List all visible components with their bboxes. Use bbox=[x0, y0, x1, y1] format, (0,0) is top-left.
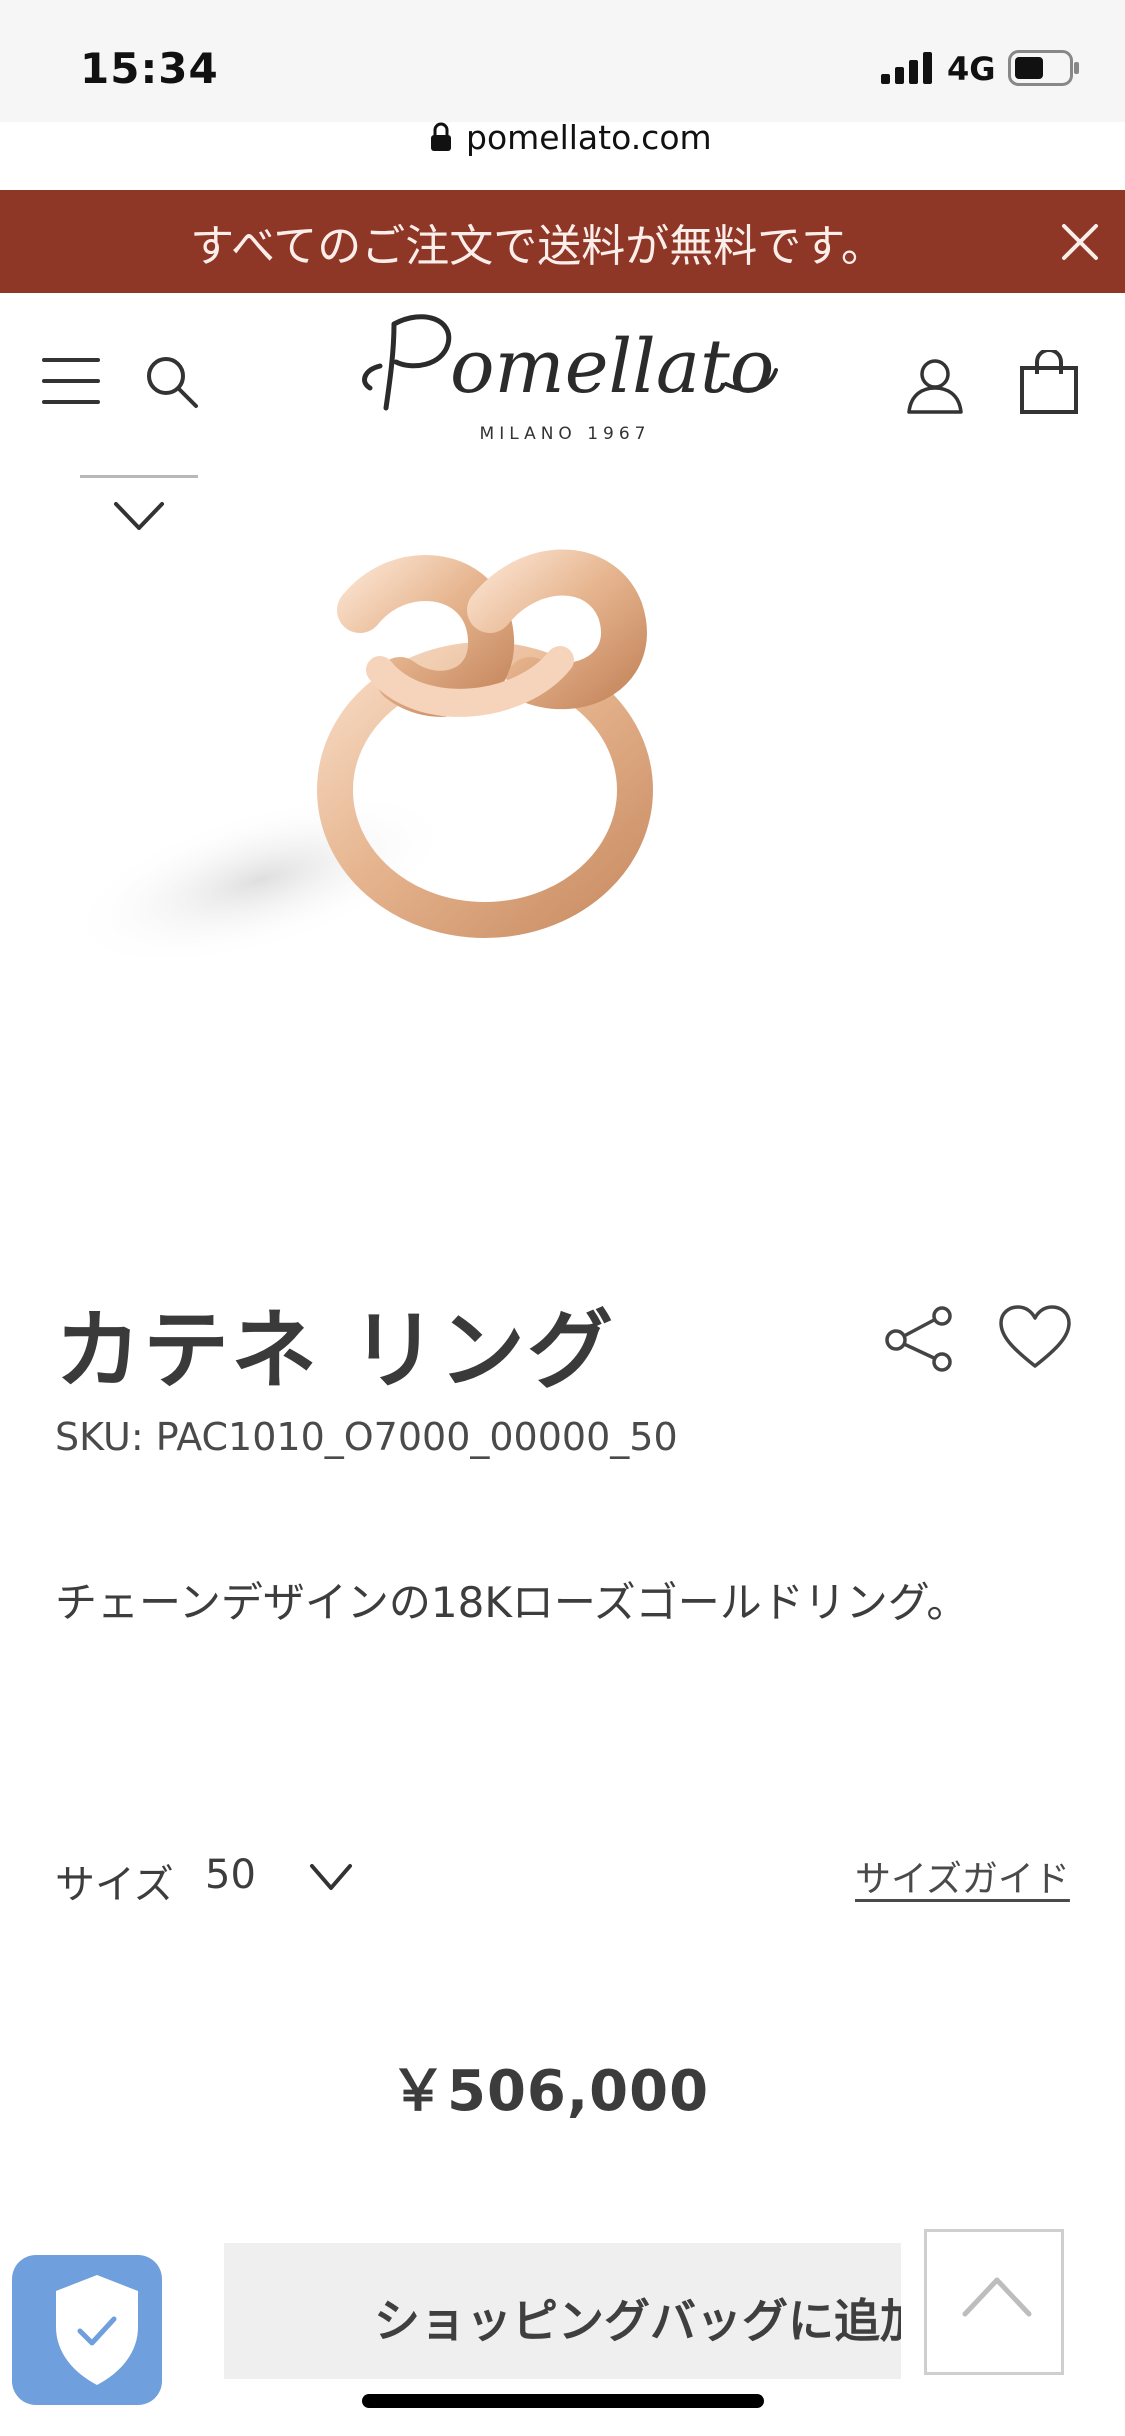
account-icon[interactable] bbox=[905, 358, 965, 414]
chevron-down-icon[interactable] bbox=[308, 1860, 354, 1894]
network-label: 4G bbox=[947, 50, 996, 88]
add-to-bag-label: ショッピングバッグに追加 bbox=[374, 2294, 901, 2348]
product-price: ￥506,000 bbox=[390, 2059, 710, 2124]
logo-wordmark: omellato bbox=[362, 314, 778, 411]
product-image[interactable] bbox=[60, 500, 820, 1060]
product-title: カテネ リング bbox=[55, 1301, 615, 1401]
home-indicator bbox=[362, 2394, 764, 2408]
trust-badge[interactable] bbox=[12, 2255, 162, 2405]
status-bar: 15:34 4G pomellato.com bbox=[0, 0, 1125, 157]
search-icon[interactable] bbox=[142, 352, 200, 410]
size-select-value[interactable]: 50 bbox=[205, 1852, 256, 1898]
size-guide-link[interactable]: サイズガイド bbox=[855, 1850, 1070, 1902]
chevron-up-icon bbox=[962, 2277, 1032, 2317]
url-text: pomellato.com bbox=[466, 118, 712, 157]
heart-icon[interactable] bbox=[998, 1304, 1072, 1370]
address-bar[interactable]: pomellato.com bbox=[0, 118, 1125, 166]
svg-text:omellato: omellato bbox=[450, 324, 774, 410]
promo-text: すべてのご注文で送料が無料です。 bbox=[190, 221, 885, 272]
promo-banner: すべてのご注文で送料が無料です。 bbox=[0, 190, 1125, 293]
status-time: 15:34 bbox=[80, 44, 219, 93]
battery-icon bbox=[1008, 50, 1079, 86]
size-label: サイズ bbox=[55, 1862, 174, 1908]
close-icon[interactable] bbox=[1058, 220, 1102, 264]
product-sku: SKU: PAC1010_O7000_00000_50 bbox=[55, 1415, 678, 1459]
gallery-thumbnail-indicator bbox=[80, 475, 198, 478]
signal-icon bbox=[881, 52, 932, 84]
logo-subtitle: MILANO 1967 bbox=[479, 424, 651, 444]
shopping-bag-icon[interactable] bbox=[1018, 350, 1080, 414]
shield-check-icon bbox=[56, 2275, 138, 2385]
add-to-bag-button[interactable]: ショッピングバッグに追加 bbox=[224, 2243, 901, 2379]
share-icon[interactable] bbox=[884, 1306, 956, 1372]
back-to-top-button[interactable] bbox=[924, 2229, 1064, 2375]
menu-icon[interactable] bbox=[42, 356, 100, 406]
pomellato-logo[interactable]: omellato MILANO 1967 bbox=[350, 300, 780, 450]
lock-icon bbox=[431, 122, 451, 151]
product-description: チェーンデザインの18Kローズゴールドリング。 bbox=[55, 1578, 969, 1627]
